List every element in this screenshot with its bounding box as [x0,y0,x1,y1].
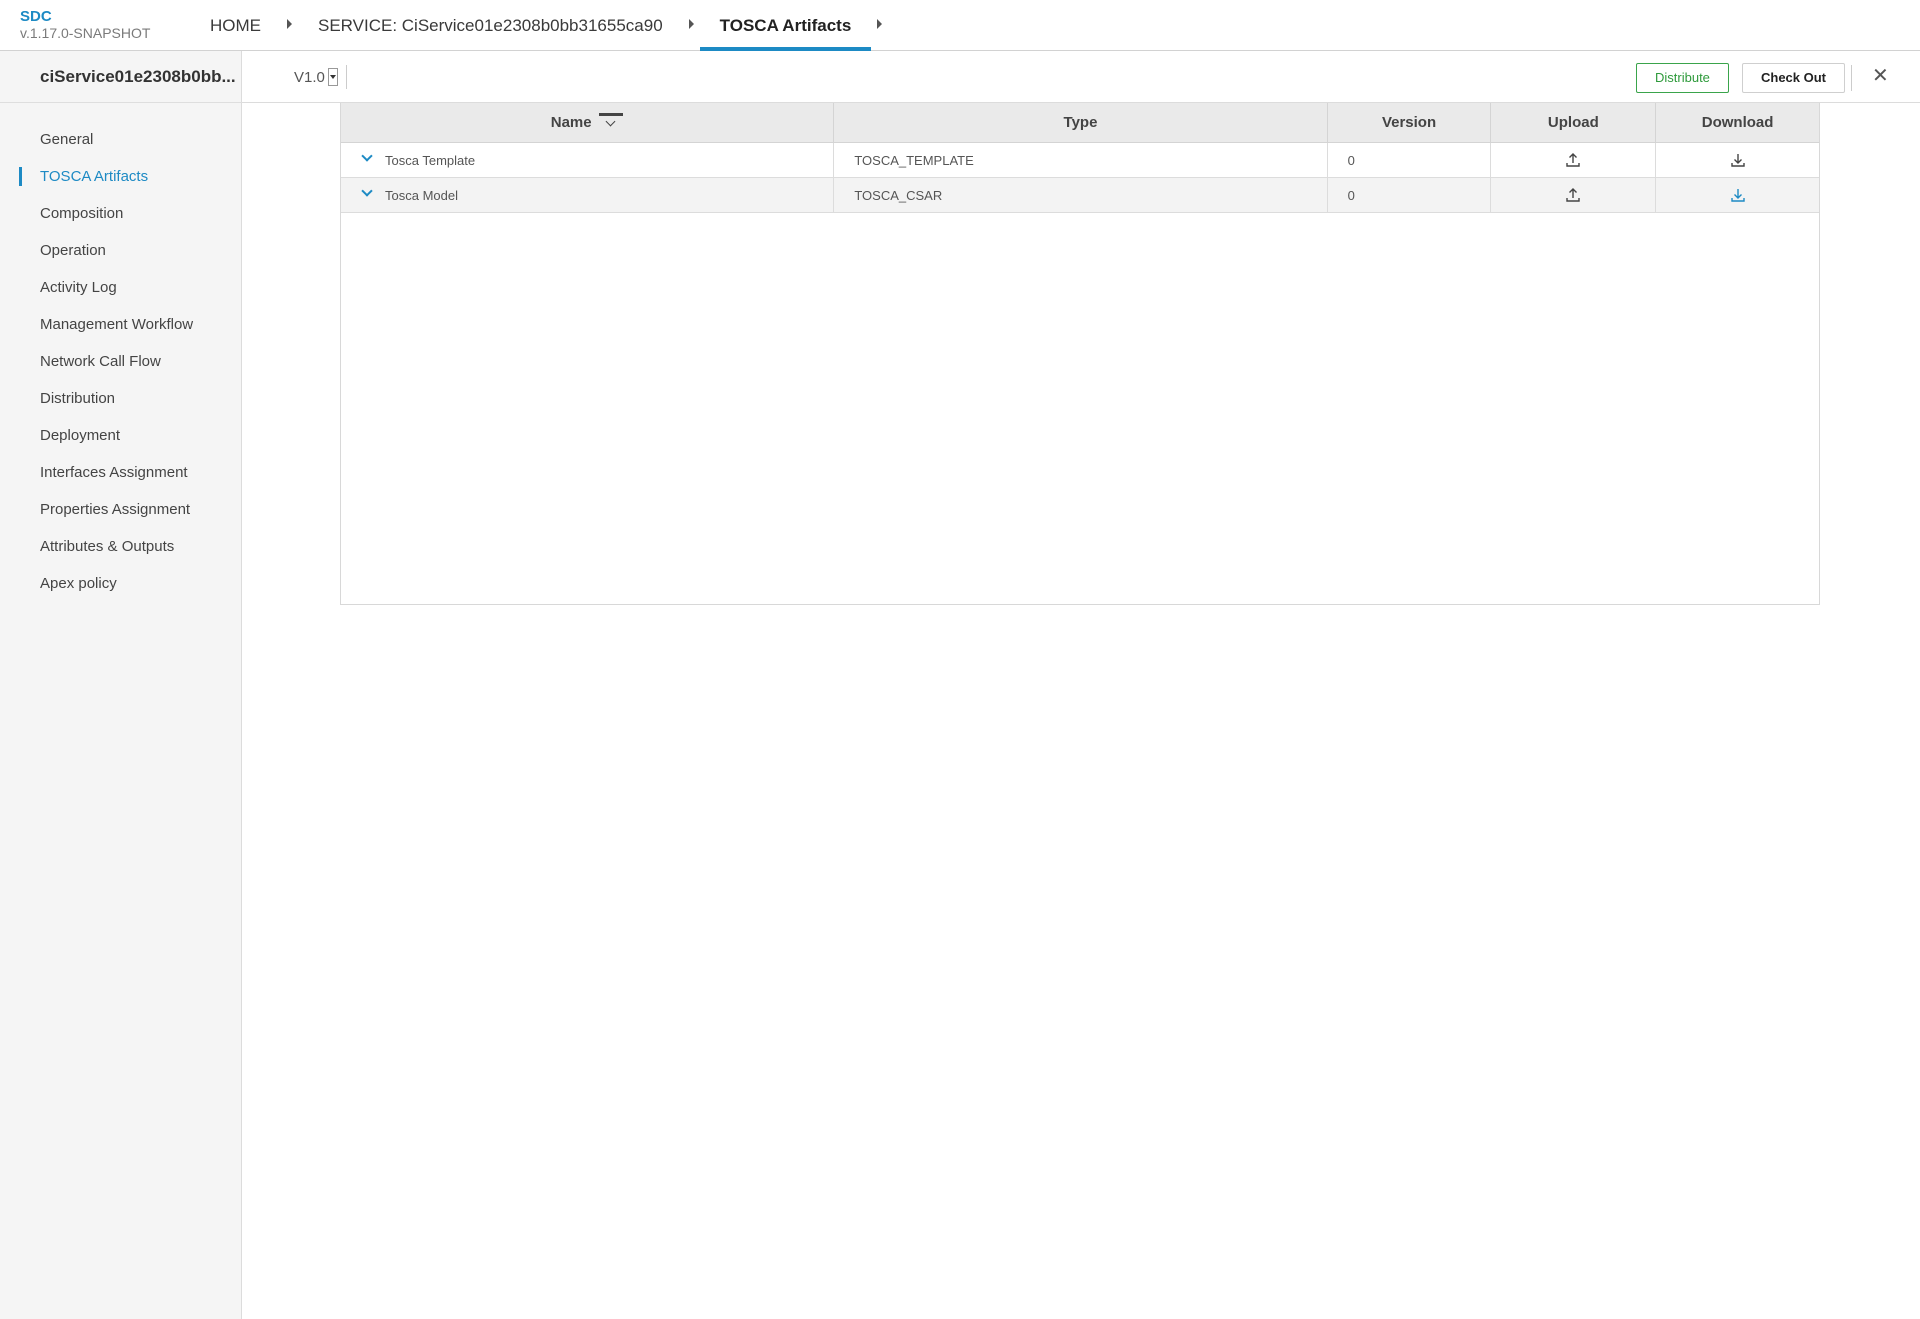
breadcrumb-service[interactable]: SERVICE: CiService01e2308b0bb31655ca90 [318,0,663,51]
column-header-version: Version [1328,103,1492,142]
download-icon[interactable] [1730,152,1746,168]
table-row: Tosca Template TOSCA_TEMPLATE 0 [341,143,1819,178]
upload-icon[interactable] [1565,152,1581,168]
sidebar-item-general[interactable]: General [0,121,242,158]
column-header-upload: Upload [1491,103,1657,142]
breadcrumb-arrow-icon[interactable] [287,18,292,29]
version-value: V1.0 [294,68,325,86]
sidebar-divider [0,102,242,103]
sidebar-item-tosca-artifacts[interactable]: TOSCA Artifacts [0,158,242,195]
download-cell [1656,143,1819,177]
column-header-name[interactable]: Name [341,103,835,142]
distribute-button[interactable]: Distribute [1636,63,1729,93]
sidebar-item-attributes-outputs[interactable]: Attributes & Outputs [0,528,242,565]
top-bar: SDC v.1.17.0-SNAPSHOT HOME SERVICE: CiSe… [0,0,1920,51]
sidebar-item-operation[interactable]: Operation [0,232,242,269]
sidebar-nav: General TOSCA Artifacts Composition Oper… [0,121,242,602]
check-out-button[interactable]: Check Out [1742,63,1846,93]
download-icon[interactable] [1730,187,1746,203]
chevron-down-icon[interactable] [361,150,373,162]
upload-cell [1491,178,1657,212]
close-icon[interactable]: ✕ [1872,64,1889,88]
breadcrumb-arrow-icon[interactable] [877,18,883,29]
sidebar-item-interfaces-assignment[interactable]: Interfaces Assignment [0,454,242,491]
header-divider [1851,65,1852,91]
left-sidebar: ciService01e2308b0bb... General TOSCA Ar… [0,51,242,1319]
table-header: Name Type Version Upload Download [341,103,1819,143]
artifact-name: Tosca Model [385,187,458,203]
sidebar-item-network-call-flow[interactable]: Network Call Flow [0,343,242,380]
sidebar-item-properties-assignment[interactable]: Properties Assignment [0,491,242,528]
header-divider [346,65,347,89]
artifact-version: 0 [1328,143,1492,177]
sidebar-item-activity-log[interactable]: Activity Log [0,269,242,306]
column-header-label: Name [550,114,592,131]
breadcrumb-arrow-icon[interactable] [688,18,694,29]
upload-icon[interactable] [1565,187,1581,203]
breadcrumb-tosca-artifacts[interactable]: TOSCA Artifacts [699,0,871,51]
brand-name: SDC [20,8,52,25]
artifact-name-cell: Tosca Template [341,143,835,177]
artifact-name-cell: Tosca Model [341,178,835,212]
version-select[interactable]: V1.0 [294,68,338,86]
artifact-version: 0 [1328,178,1492,212]
service-name-title: ciService01e2308b0bb... [40,67,235,86]
artifact-type: TOSCA_TEMPLATE [834,143,1328,177]
table-row: Tosca Model TOSCA_CSAR 0 [341,178,1819,213]
brand-logo[interactable]: SDC v.1.17.0-SNAPSHOT [20,8,151,42]
sort-icon[interactable] [598,112,624,129]
column-header-download: Download [1701,114,1774,131]
sidebar-item-management-workflow[interactable]: Management Workflow [0,306,242,343]
app-version: v.1.17.0-SNAPSHOT [20,25,151,41]
sidebar-item-deployment[interactable]: Deployment [0,417,242,454]
chevron-down-icon[interactable] [361,185,373,197]
workspace-header: V1.0 Distribute Check Out ✕ [242,51,1920,103]
column-header-type: Type [834,103,1328,142]
sidebar-item-composition[interactable]: Composition [0,195,242,232]
artifact-name: Tosca Template [385,152,476,168]
download-cell [1656,178,1819,212]
sidebar-item-apex-policy[interactable]: Apex policy [0,565,242,602]
breadcrumb: HOME SERVICE: CiService01e2308b0bb31655c… [210,0,908,51]
upload-cell [1491,143,1657,177]
sidebar-item-distribution[interactable]: Distribution [0,380,242,417]
artifacts-table: Name Type Version Upload Download Tosca … [340,103,1820,605]
artifact-type: TOSCA_CSAR [834,178,1328,212]
chevron-down-icon[interactable] [327,68,338,86]
breadcrumb-home[interactable]: HOME [210,0,261,51]
